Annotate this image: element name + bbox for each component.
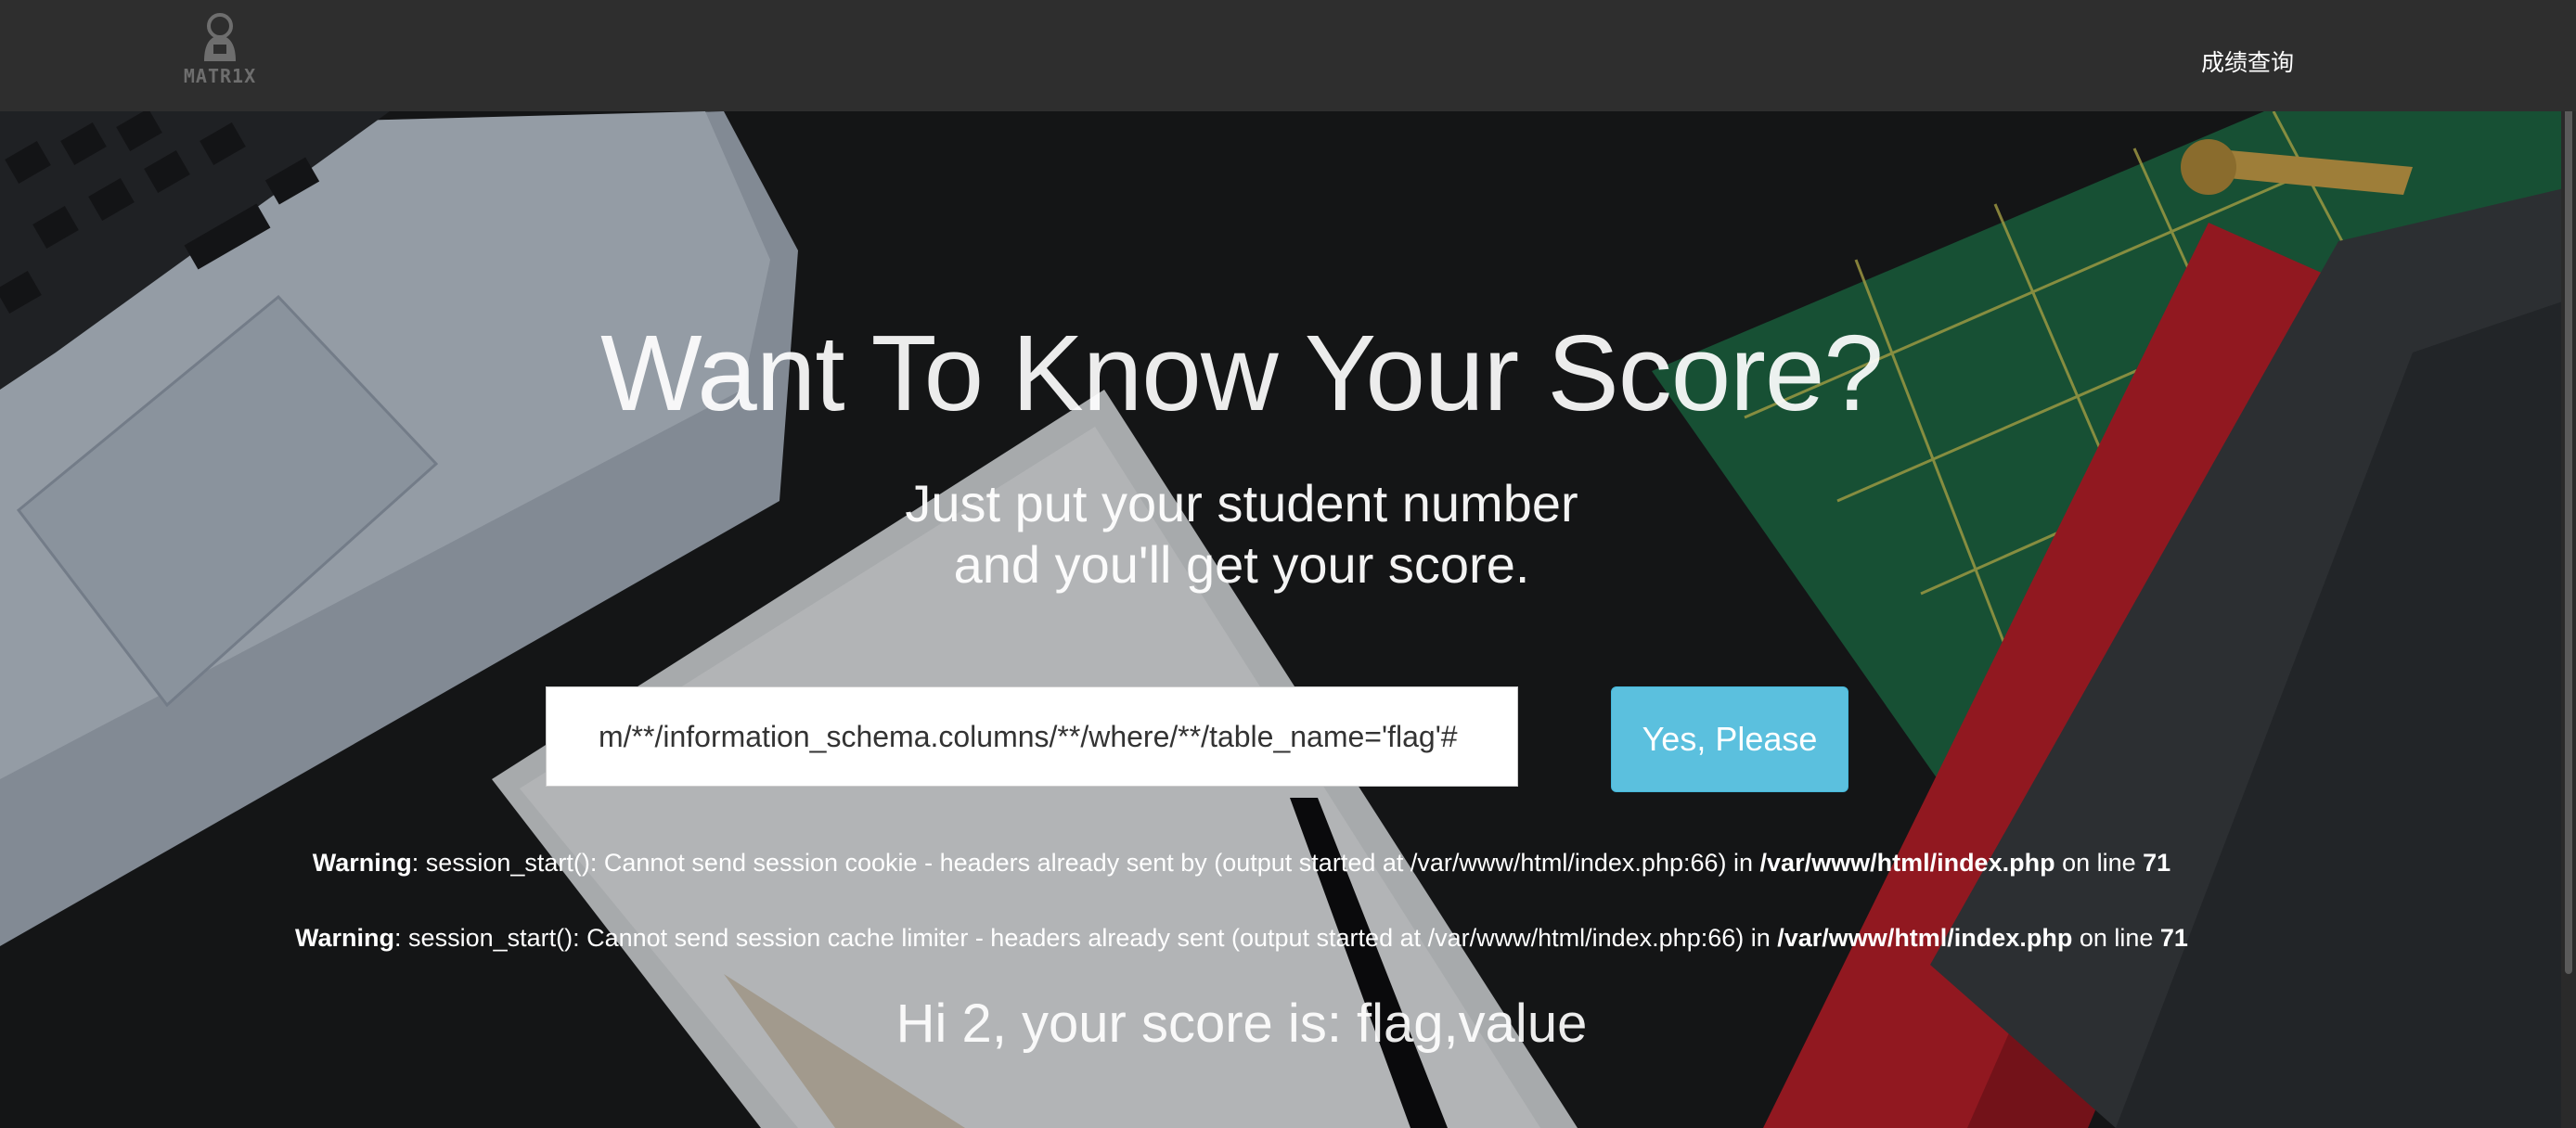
warning-label: Warning: [295, 924, 395, 952]
subtitle-line-2: and you'll get your score.: [953, 535, 1530, 594]
hacker-logo-icon: [204, 13, 236, 61]
score-result: Hi 2, your score is: flag,value: [895, 993, 1588, 1054]
site-logo[interactable]: MATR1X: [178, 9, 262, 89]
student-number-input[interactable]: [546, 686, 1518, 787]
warning-line-text: on line: [2054, 849, 2144, 877]
scrollbar-thumb[interactable]: [2565, 0, 2572, 974]
desk-background-image: [0, 111, 2576, 1128]
warning-label: Warning: [312, 849, 412, 877]
warning-line-number: 71: [2159, 924, 2188, 952]
logo-text: MATR1X: [183, 65, 257, 87]
php-warning-2: Warning: session_start(): Cannot send se…: [0, 924, 2483, 953]
php-warning-1: Warning: session_start(): Cannot send se…: [0, 849, 2483, 878]
page-scrollbar[interactable]: [2561, 0, 2576, 1128]
hero-section: Want To Know Your Score? Just put your s…: [0, 111, 2576, 1128]
warning-message: : session_start(): Cannot send session c…: [411, 849, 1760, 877]
warning-message: : session_start(): Cannot send session c…: [394, 924, 1778, 952]
warning-line-number: 71: [2143, 849, 2171, 877]
warning-line-text: on line: [2072, 924, 2160, 952]
submit-button[interactable]: Yes, Please: [1611, 686, 1848, 792]
page-headline: Want To Know Your Score?: [600, 313, 1884, 433]
page-subtitle: Just put your student number and you'll …: [0, 473, 2483, 596]
warning-file: /var/www/html/index.php: [1759, 849, 2055, 877]
subtitle-line-1: Just put your student number: [905, 474, 1578, 532]
nav-link-score-query[interactable]: 成绩查询: [2201, 45, 2294, 78]
top-navbar: MATR1X 成绩查询: [0, 0, 2576, 111]
warning-file: /var/www/html/index.php: [1777, 924, 2073, 952]
